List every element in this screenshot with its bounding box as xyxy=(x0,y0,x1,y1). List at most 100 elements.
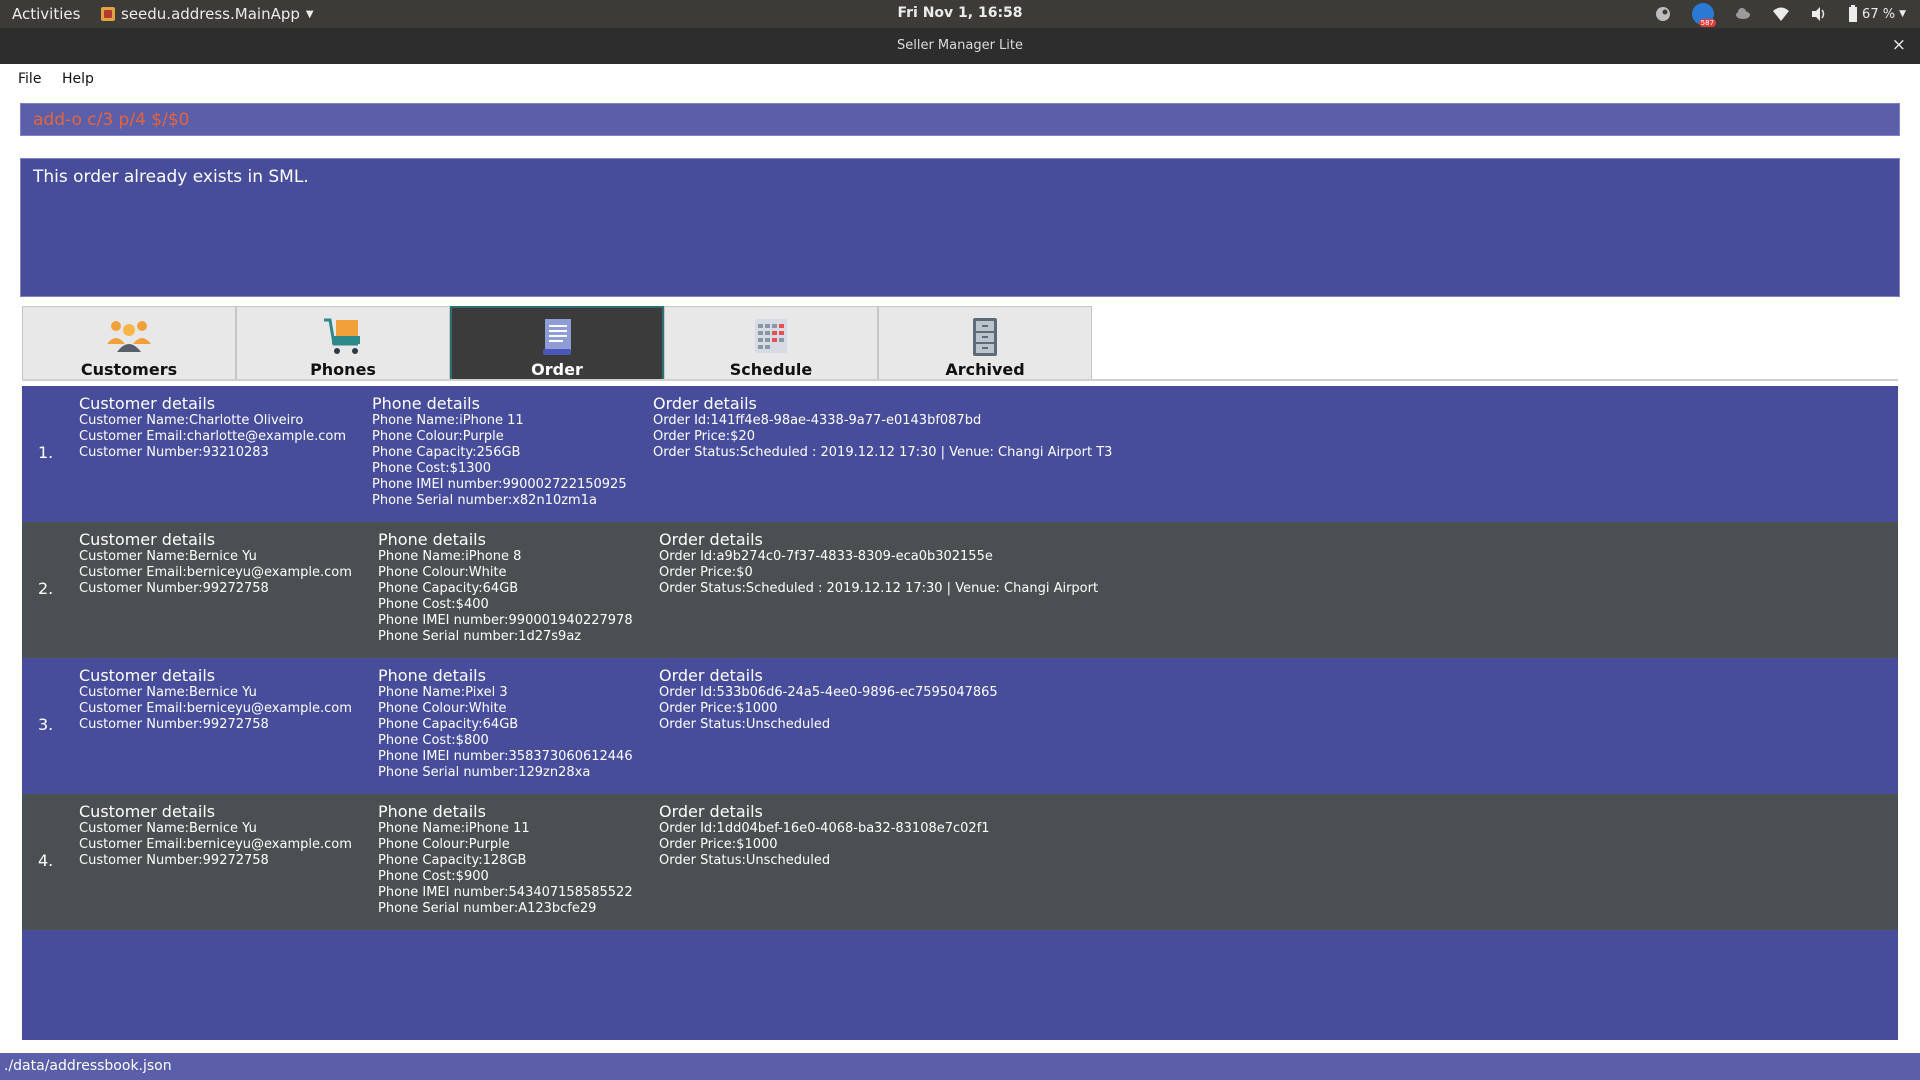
phone-colour: Phone Colour:Purple xyxy=(372,429,504,444)
order-price: Order Price:$20 xyxy=(653,429,755,444)
customer-name: Customer Name:Bernice Yu xyxy=(79,685,257,700)
phone-name: Phone Name:iPhone 11 xyxy=(378,821,530,836)
phone-serial: Phone Serial number:1d27s9az xyxy=(378,629,582,644)
order-id: Order Id:1dd04bef-16e0-4068-ba32-83108e7… xyxy=(659,821,990,836)
order-details: Order details Order Id:141ff4e8-98ae-433… xyxy=(653,394,1112,461)
order-index: 3. xyxy=(38,715,54,734)
close-icon[interactable]: × xyxy=(1892,35,1906,55)
customer-details-heading: Customer details xyxy=(79,666,216,685)
clock[interactable]: Fri Nov 1, 16:58 xyxy=(0,5,1920,21)
tab-customers[interactable]: Customers xyxy=(22,306,236,380)
customer-details: Customer details Customer Name:Bernice Y… xyxy=(79,802,352,869)
phone-details: Phone details Phone Name:iPhone 11 Phone… xyxy=(378,802,633,917)
tab-order[interactable]: Order xyxy=(450,306,664,380)
phone-imei: Phone IMEI number:543407158585522 xyxy=(378,885,633,900)
order-details-heading: Order details xyxy=(659,530,763,549)
battery-indicator[interactable]: 67 % ▼ xyxy=(1848,5,1906,23)
order-index: 1. xyxy=(38,443,54,462)
order-card[interactable]: 2. Customer details Customer Name:Bernic… xyxy=(22,522,1898,658)
status-bar: ./data/addressbook.json xyxy=(0,1053,1920,1080)
customer-number: Customer Number:99272758 xyxy=(79,853,269,868)
system-tray[interactable]: 587 67 % ▼ xyxy=(1654,3,1906,27)
phone-capacity: Phone Capacity:64GB xyxy=(378,717,519,732)
phone-name: Phone Name:iPhone 11 xyxy=(372,413,524,428)
menu-file[interactable]: File xyxy=(18,71,41,87)
notification-badge-icon[interactable]: 587 xyxy=(1692,3,1717,27)
phone-details: Phone details Phone Name:iPhone 8 Phone … xyxy=(378,530,633,645)
customer-name: Customer Name:Bernice Yu xyxy=(79,821,257,836)
phone-colour: Phone Colour:Purple xyxy=(378,837,510,852)
weather-icon[interactable] xyxy=(1734,5,1752,23)
tab-phones[interactable]: Phones xyxy=(236,306,450,380)
save-location: ./data/addressbook.json xyxy=(4,1058,172,1074)
phone-capacity: Phone Capacity:256GB xyxy=(372,445,521,460)
customer-details: Customer details Customer Name:Bernice Y… xyxy=(79,666,352,733)
order-status: Order Status:Scheduled : 2019.12.12 17:3… xyxy=(659,581,1099,596)
customer-number: Customer Number:99272758 xyxy=(79,581,269,596)
customer-number: Customer Number:99272758 xyxy=(79,717,269,732)
phone-details-heading: Phone details xyxy=(372,394,480,413)
tab-divider xyxy=(22,379,1898,381)
menu-help[interactable]: Help xyxy=(62,71,94,87)
tab-label: Order xyxy=(531,360,583,379)
battery-icon xyxy=(1849,5,1858,22)
command-input[interactable] xyxy=(21,104,1899,135)
phone-cost: Phone Cost:$400 xyxy=(378,597,489,612)
customer-name: Customer Name:Charlotte Oliveiro xyxy=(79,413,304,428)
order-card[interactable]: 3. Customer details Customer Name:Bernic… xyxy=(22,658,1898,794)
order-price: Order Price:$0 xyxy=(659,565,753,580)
phone-serial: Phone Serial number:129zn28xa xyxy=(378,765,591,780)
customer-email: Customer Email:berniceyu@example.com xyxy=(79,565,352,580)
customers-icon xyxy=(107,321,151,352)
order-index: 4. xyxy=(38,851,54,870)
window-title-bar[interactable]: Seller Manager Lite × xyxy=(0,28,1920,64)
customer-details-heading: Customer details xyxy=(79,530,216,549)
order-price: Order Price:$1000 xyxy=(659,837,778,852)
calendar-icon xyxy=(755,319,787,353)
phone-serial: Phone Serial number:A123bcfe29 xyxy=(378,901,597,916)
tab-label: Schedule xyxy=(729,360,813,379)
wifi-icon[interactable] xyxy=(1772,5,1790,23)
volume-icon[interactable] xyxy=(1810,5,1828,23)
window-title: Seller Manager Lite xyxy=(896,38,1023,53)
order-id: Order Id:a9b274c0-7f37-4833-8309-eca0b30… xyxy=(659,549,993,564)
phone-cost: Phone Cost:$900 xyxy=(378,869,489,884)
order-status: Order Status:Unscheduled xyxy=(659,853,831,868)
steam-icon[interactable] xyxy=(1654,5,1672,23)
order-list[interactable]: 1. Customer details Customer Name:Charlo… xyxy=(22,386,1898,1040)
phone-details: Phone details Phone Name:Pixel 3 Phone C… xyxy=(378,666,633,781)
tab-archived[interactable]: Archived xyxy=(878,306,1092,380)
customer-details: Customer details Customer Name:Charlotte… xyxy=(79,394,346,461)
phone-details-heading: Phone details xyxy=(378,530,486,549)
order-status: Order Status:Scheduled : 2019.12.12 17:3… xyxy=(653,445,1113,460)
order-id: Order Id:141ff4e8-98ae-4338-9a77-e0143bf… xyxy=(653,413,982,428)
phone-colour: Phone Colour:White xyxy=(378,701,507,716)
customer-number: Customer Number:93210283 xyxy=(79,445,269,460)
order-details-heading: Order details xyxy=(659,802,763,821)
phone-imei: Phone IMEI number:990001940227978 xyxy=(378,613,633,628)
customer-email: Customer Email:berniceyu@example.com xyxy=(79,837,352,852)
phone-colour: Phone Colour:White xyxy=(378,565,507,580)
order-details: Order details Order Id:a9b274c0-7f37-483… xyxy=(659,530,1098,597)
phone-details: Phone details Phone Name:iPhone 11 Phone… xyxy=(372,394,627,509)
order-card[interactable]: 1. Customer details Customer Name:Charlo… xyxy=(22,386,1898,522)
phone-name: Phone Name:Pixel 3 xyxy=(378,685,508,700)
order-icon xyxy=(543,319,571,355)
order-card[interactable]: 4. Customer details Customer Name:Bernic… xyxy=(22,794,1898,930)
order-details: Order details Order Id:533b06d6-24a5-4ee… xyxy=(659,666,998,733)
customer-details-heading: Customer details xyxy=(79,802,216,821)
order-price: Order Price:$1000 xyxy=(659,701,778,716)
tab-bar: Customers Phones Order Schedule Archived xyxy=(22,306,1092,380)
result-display: This order already exists in SML. xyxy=(20,158,1900,297)
tab-label: Phones xyxy=(310,360,376,379)
phone-capacity: Phone Capacity:64GB xyxy=(378,581,519,596)
chevron-down-icon: ▼ xyxy=(1899,9,1906,19)
phone-serial: Phone Serial number:x82n10zm1a xyxy=(372,493,597,508)
phone-capacity: Phone Capacity:128GB xyxy=(378,853,527,868)
phone-details-heading: Phone details xyxy=(378,802,486,821)
tab-label: Customers xyxy=(80,360,178,379)
order-details-heading: Order details xyxy=(653,394,757,413)
cabinet-icon xyxy=(973,318,997,356)
tab-schedule[interactable]: Schedule xyxy=(664,306,878,380)
order-status: Order Status:Unscheduled xyxy=(659,717,831,732)
